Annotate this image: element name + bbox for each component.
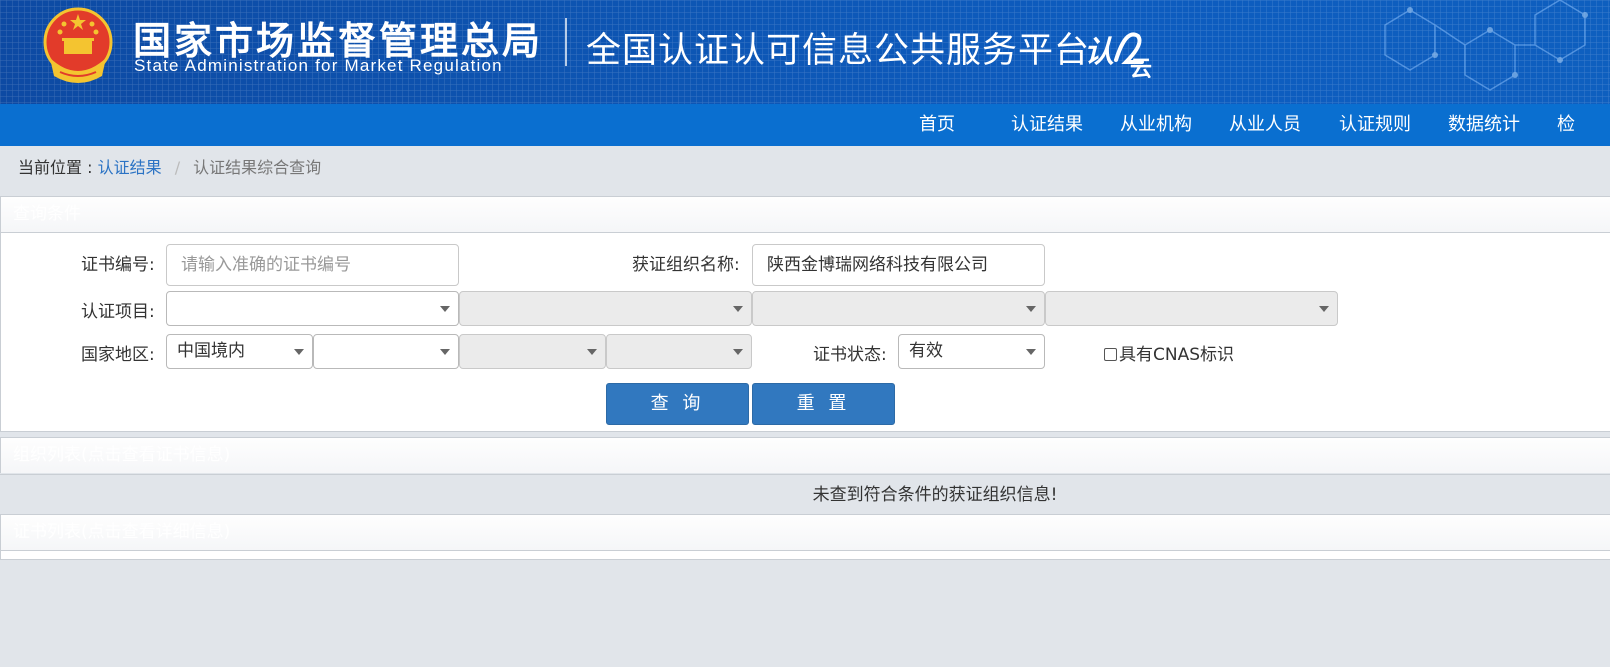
nav-item-home[interactable]: 首页 <box>919 104 955 146</box>
chevron-down-icon <box>1319 306 1329 312</box>
cnas-checkbox-row: 具有CNAS标识 <box>1104 343 1234 367</box>
nav-item-more[interactable]: 检 <box>1557 104 1575 146</box>
cnas-checkbox[interactable] <box>1104 348 1117 361</box>
platform-title: 全国认证认可信息公共服务平台 <box>586 31 1091 71</box>
breadcrumb-separator: / <box>174 158 181 177</box>
org-name-en: State Administration for Market Regulati… <box>134 56 503 75</box>
svg-text:云: 云 <box>1130 57 1152 78</box>
project-select-2[interactable] <box>459 291 752 326</box>
chevron-down-icon <box>587 349 597 355</box>
status-select[interactable]: 有效 <box>898 334 1045 369</box>
org-name-label: 获证组织名称: <box>632 255 740 275</box>
cert-list-header: 证书列表(点击查看详细信息) <box>1 515 1610 551</box>
cert-no-label: 证书编号: <box>81 255 155 275</box>
chevron-down-icon <box>1026 306 1036 312</box>
main-nav: 首页 认证结果 从业机构 从业人员 认证规则 数据统计 检 <box>0 104 1610 146</box>
nav-item-institutions[interactable]: 从业机构 <box>1120 104 1192 146</box>
header-banner: 国家市场监督管理总局 State Administration for Mark… <box>0 0 1610 104</box>
region-select-2[interactable] <box>313 334 459 369</box>
region-label: 国家地区: <box>81 345 155 365</box>
cert-list-panel: 证书列表(点击查看详细信息) <box>0 514 1610 560</box>
region-select-1[interactable]: 中国境内 <box>166 334 313 369</box>
nav-item-statistics[interactable]: 数据统计 <box>1448 104 1520 146</box>
query-panel-header: 查询条件 <box>1 197 1610 233</box>
cert-list-tab: 证书列表(点击查看详细信息) <box>1 515 267 550</box>
chevron-down-icon <box>1026 349 1036 355</box>
region-select-4[interactable] <box>606 334 752 369</box>
project-select-4[interactable] <box>1045 291 1338 326</box>
svg-text:认: 认 <box>1084 35 1114 70</box>
reset-button[interactable]: 重 置 <box>752 383 895 425</box>
status-label: 证书状态: <box>813 345 887 365</box>
org-empty-message: 未查到符合条件的获证组织信息! <box>812 485 1058 505</box>
org-list-divider <box>0 474 1610 475</box>
breadcrumb-label: 当前位置 : <box>18 158 93 177</box>
org-list-tab: 组织列表(点击查看证书信息) <box>1 438 267 473</box>
nav-item-personnel[interactable]: 从业人员 <box>1229 104 1301 146</box>
national-emblem-icon <box>43 7 113 83</box>
org-list-panel: 组织列表(点击查看证书信息) <box>0 437 1610 473</box>
project-select-1[interactable] <box>166 291 459 326</box>
chevron-down-icon <box>733 349 743 355</box>
hexagon-decoration-icon <box>1384 0 1588 91</box>
chevron-down-icon <box>440 349 450 355</box>
org-list-header: 组织列表(点击查看证书信息) <box>1 438 1610 473</box>
chevron-down-icon <box>294 349 304 355</box>
breadcrumb-current: 认证结果综合查询 <box>193 158 322 177</box>
cert-no-input[interactable]: 请输入准确的证书编号 <box>166 244 459 286</box>
header-divider <box>565 18 567 66</box>
query-panel-tab: 查询条件 <box>1 197 119 232</box>
renzheng-yun-logo-icon: 认 云 <box>1084 32 1152 78</box>
cnas-checkbox-label: 具有CNAS标识 <box>1119 345 1235 365</box>
chevron-down-icon <box>733 306 743 312</box>
org-name-input[interactable]: 陕西金博瑞网络科技有限公司 <box>752 244 1045 286</box>
breadcrumb-link-cert-results[interactable]: 认证结果 <box>98 158 162 177</box>
project-select-3[interactable] <box>752 291 1045 326</box>
nav-item-cert-rules[interactable]: 认证规则 <box>1339 104 1411 146</box>
nav-item-cert-results[interactable]: 认证结果 <box>1011 104 1083 146</box>
project-label: 认证项目: <box>81 302 155 322</box>
region-select-3[interactable] <box>459 334 606 369</box>
search-button[interactable]: 查 询 <box>606 383 749 425</box>
breadcrumb: 当前位置 : 认证结果 / 认证结果综合查询 <box>18 156 321 180</box>
chevron-down-icon <box>440 306 450 312</box>
